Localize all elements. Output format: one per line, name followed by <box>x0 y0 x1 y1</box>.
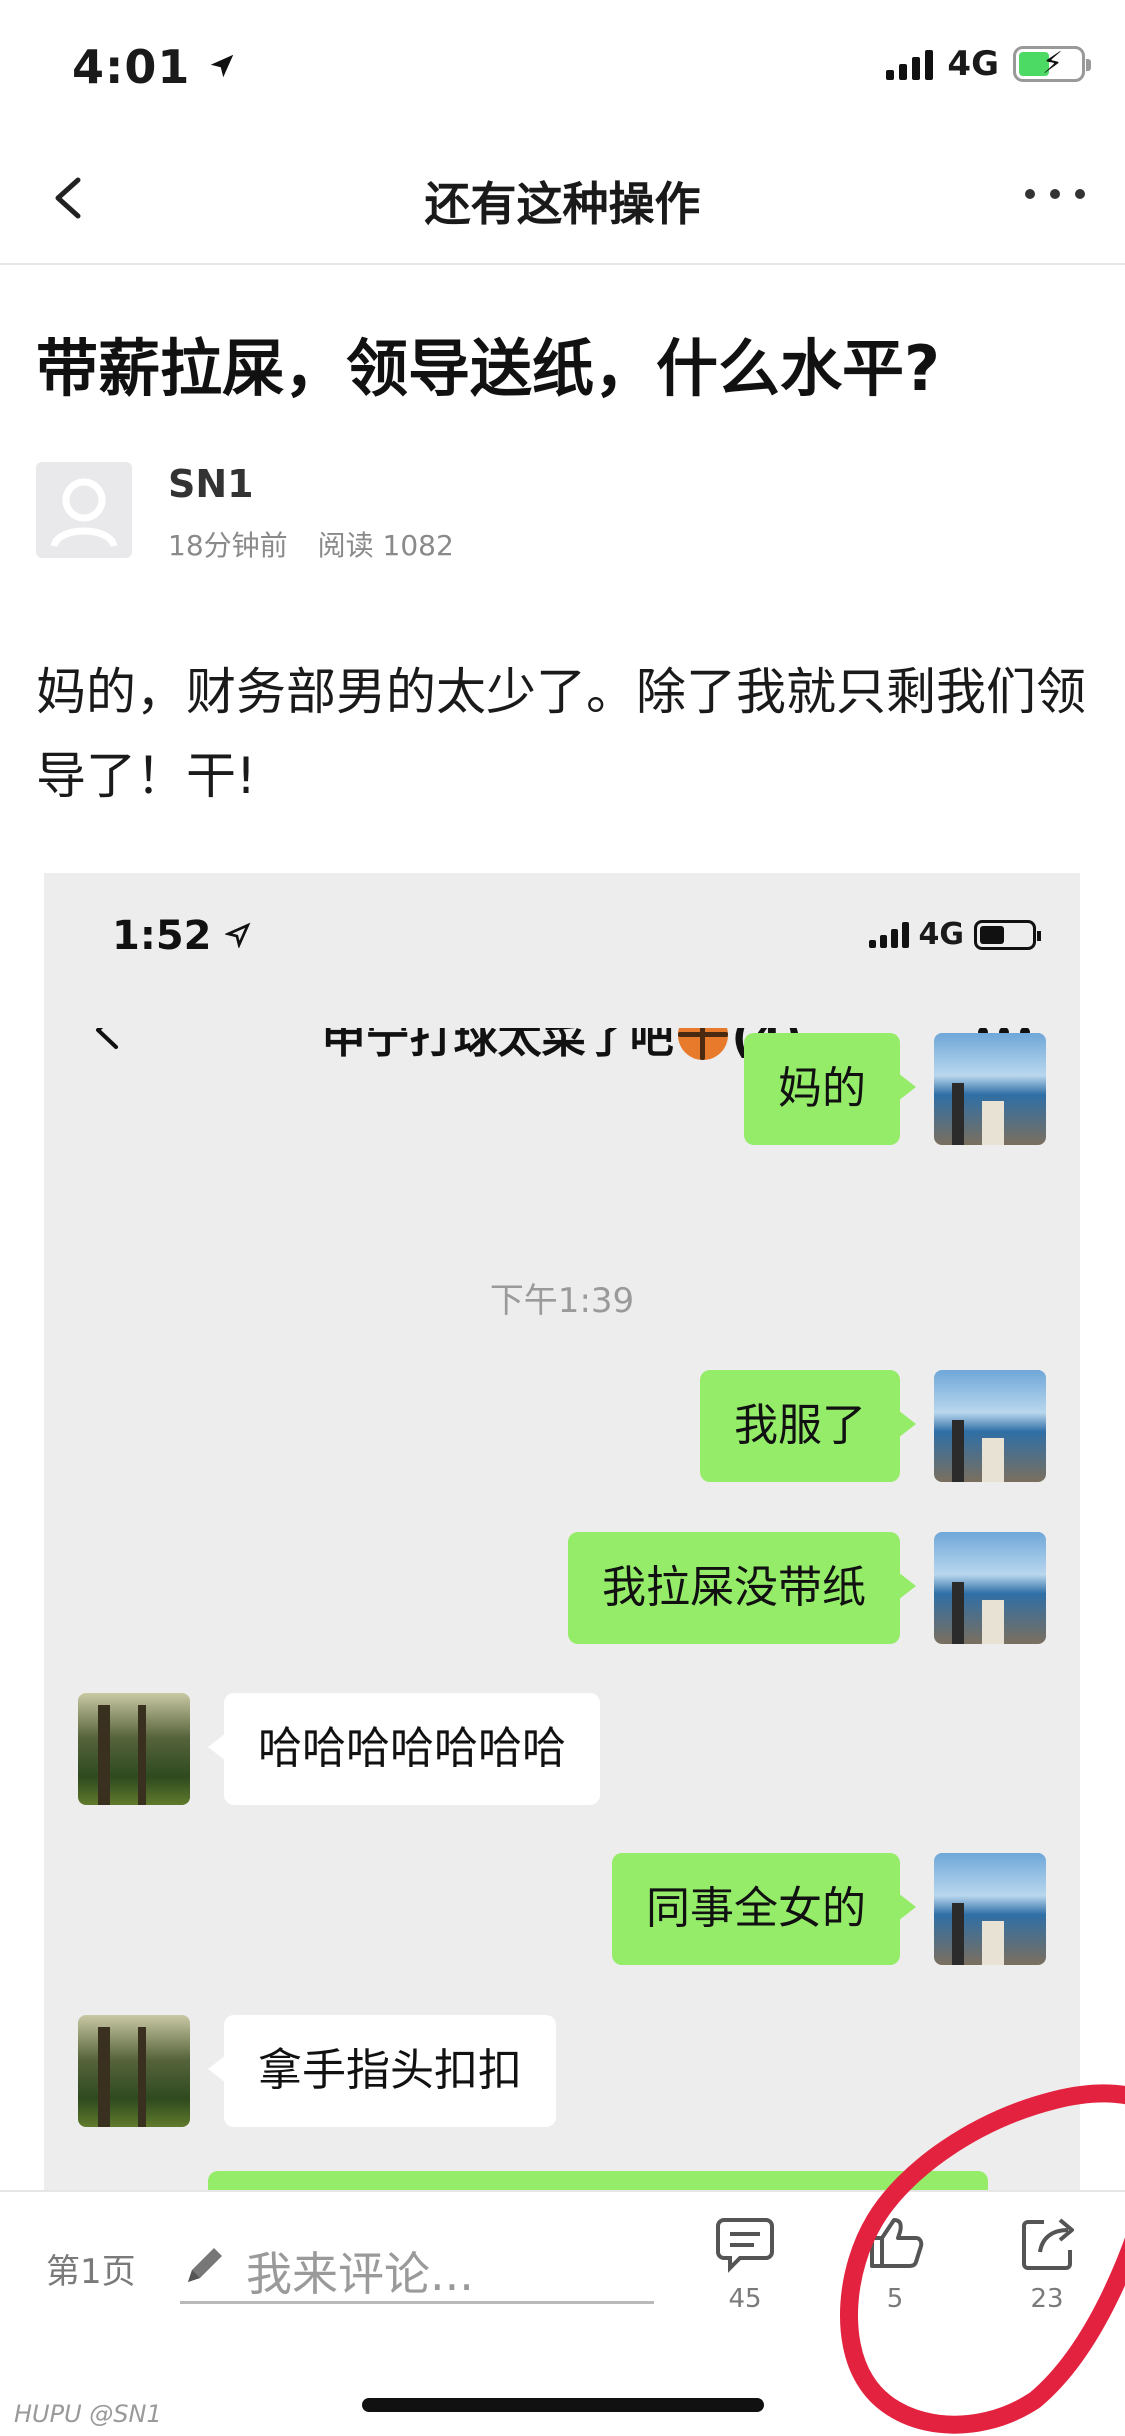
default-user-icon <box>50 478 118 548</box>
chat-bubble: 我拉屎没带纸 <box>568 1532 916 1644</box>
location-arrow-icon <box>211 54 234 78</box>
chat-bubble: 妈的 <box>744 1033 916 1145</box>
embedded-status-bar: 1:52 4G <box>44 873 1080 973</box>
battery-icon <box>974 919 1041 950</box>
share-count: 23 <box>1030 2284 1064 2314</box>
page-indicator[interactable]: 第1页 <box>46 2244 136 2293</box>
status-time: 4:01 <box>72 40 237 94</box>
chat-bubble: 哈哈哈哈哈哈哈 <box>208 1693 600 1805</box>
status-indicators: 4G ⚡ <box>886 44 1091 84</box>
avatar[interactable] <box>36 462 132 558</box>
battery-icon: ⚡ <box>1013 46 1091 82</box>
share-button[interactable]: 23 <box>1002 2212 1092 2314</box>
share-icon <box>1022 2218 1074 2270</box>
sender-avatar <box>934 1033 1046 1145</box>
signal-icon <box>868 921 909 948</box>
status-bar: 4:01 4G ⚡ <box>0 0 1125 130</box>
read-count: 阅读 1082 <box>317 529 454 562</box>
network-label: 4G <box>947 44 999 84</box>
post-body: 妈的，财务部男的太少了。除了我就只剩我们领导了！干! <box>36 663 1086 805</box>
pencil-icon <box>188 2248 222 2282</box>
like-count: 5 <box>886 2284 904 2314</box>
comment-input[interactable]: 我来评论... <box>180 2232 654 2304</box>
chat-bubble: 我服了 <box>700 1370 916 1482</box>
page-title: 还有这种操作 <box>424 177 701 231</box>
sender-avatar <box>934 1532 1046 1644</box>
post-title: 带薪拉屎，领导送纸，什么水平? <box>36 332 940 405</box>
comment-button[interactable]: 45 <box>700 2212 790 2314</box>
embedded-network-label: 4G <box>918 917 965 952</box>
signal-icon <box>886 48 934 80</box>
comment-count: 45 <box>728 2284 762 2314</box>
header-overlay <box>44 973 1080 1028</box>
embedded-chat-screenshot[interactable]: 1:52 4G 申宁打球太菜了吧(4) 妈的 下午1:39 我服了 我拉屎没带纸… <box>44 873 1080 2193</box>
sender-avatar <box>934 1370 1046 1482</box>
author-info[interactable]: SN1 18分钟前 阅读 1082 <box>36 462 636 562</box>
home-indicator[interactable] <box>362 2398 764 2412</box>
embedded-time: 1:52 <box>112 913 251 959</box>
comment-icon <box>716 2218 774 2273</box>
like-button[interactable]: 5 <box>850 2212 940 2314</box>
sender-avatar <box>78 2015 190 2127</box>
post-meta: 18分钟前 阅读 1082 <box>168 524 454 564</box>
location-arrow-icon <box>224 922 251 949</box>
author-name[interactable]: SN1 <box>168 462 254 506</box>
more-icon[interactable] <box>1025 174 1085 214</box>
embedded-status-indicators: 4G <box>868 917 1041 952</box>
nav-bar: 还有这种操作 <box>0 130 1125 265</box>
chat-timestamp: 下午1:39 <box>489 1281 635 1321</box>
chat-bubble: 同事全女的 <box>612 1853 916 1965</box>
post-time: 18分钟前 <box>168 529 288 562</box>
comment-placeholder: 我来评论... <box>246 2247 474 2301</box>
watermark: HUPU @SN1 <box>14 2400 162 2428</box>
thumbs-up-icon <box>870 2218 924 2268</box>
sender-avatar <box>934 1853 1046 1965</box>
sender-avatar <box>78 1693 190 1805</box>
chat-bubble: 拿手指头扣扣 <box>208 2015 556 2127</box>
